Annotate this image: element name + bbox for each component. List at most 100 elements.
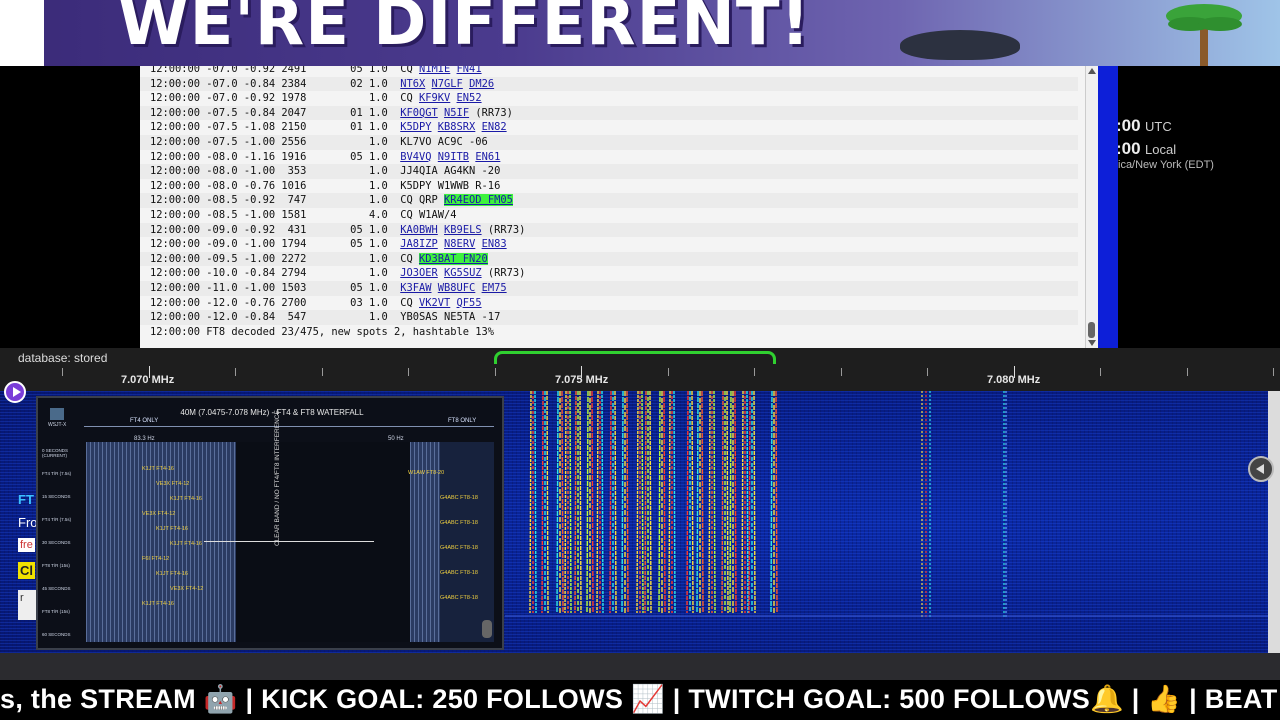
callsign-link[interactable]: BV4VQ <box>400 151 431 163</box>
callsign-link[interactable]: NT6X <box>400 78 425 90</box>
decode-text: 12:00:00 -07.0 -0.92 1978 1.0 CQ <box>150 92 419 105</box>
callsign-link[interactable]: N1MIE <box>419 66 450 75</box>
decode-line[interactable]: 12:00:00 -08.5 -1.00 1581 4.0 CQ W1AW/4 <box>150 208 525 223</box>
signal-trace <box>649 391 652 614</box>
new-spot-highlight[interactable]: KD3BAT FN20 <box>419 252 488 265</box>
time-mark-label: 0 SECONDS (CURRENT) <box>42 448 69 458</box>
log-scrollbar[interactable] <box>1085 66 1098 348</box>
scroll-up-arrow[interactable] <box>1088 68 1096 74</box>
signal-trace <box>658 391 661 614</box>
callsign-link[interactable]: WB8UFC <box>438 282 476 294</box>
signal-trace <box>746 391 749 614</box>
decode-line[interactable]: 12:00:00 -09.0 -1.00 1794 05 1.0 JA8IZP … <box>150 237 525 252</box>
callsign-link[interactable]: EM75 <box>482 282 507 294</box>
decode-line[interactable]: 12:00:00 -08.5 -0.92 747 1.0 CQ QRP KR4E… <box>150 193 525 208</box>
freq-tick <box>840 368 842 376</box>
frequency-scale[interactable]: database: stored 7.070 MHz 7.075 MHz 7.0… <box>0 348 1280 391</box>
decode-line[interactable]: 12:00:00 -07.5 -1.00 2556 1.0 KL7VO AC9C… <box>150 135 525 150</box>
passband-marker[interactable] <box>494 351 776 364</box>
time-mark-label: FT8 T/R (15s) <box>42 609 70 614</box>
time-mark-label: 30 SECONDS <box>42 540 71 545</box>
signal-trace <box>591 391 594 614</box>
local-clock: :00 Local <box>1116 139 1177 158</box>
callsign-link[interactable]: DM26 <box>469 78 494 90</box>
callsign-link[interactable]: N8ERV <box>444 238 475 250</box>
callsign-link[interactable]: K5DPY <box>400 121 431 133</box>
callsign-link[interactable]: JA8IZP <box>400 238 438 250</box>
ft4-signal-label: VE3X FT4-12 <box>170 586 204 592</box>
decode-line[interactable]: 12:00:00 -07.0 -0.84 2384 02 1.0 NT6X N7… <box>150 77 525 92</box>
callsign-link[interactable]: FN41 <box>457 66 482 75</box>
callsign-link[interactable]: KF9KV <box>419 92 450 104</box>
scroll-down-arrow[interactable] <box>1088 340 1096 346</box>
decode-line[interactable]: 12:00:00 -07.0 -0.92 1978 1.0 CQ KF9KV E… <box>150 91 525 106</box>
wsjtx-logo-text: WSJT-X <box>48 422 67 428</box>
signal-trace <box>686 391 689 614</box>
decode-line[interactable]: 12:00:00 -09.0 -0.92 431 05 1.0 KA0BWH K… <box>150 223 525 238</box>
signal-trace <box>609 391 612 614</box>
new-spot-highlight[interactable]: KR4EOD FM05 <box>444 194 513 207</box>
callsign-link[interactable]: N9ITB <box>438 151 469 163</box>
callsign-link[interactable]: KF0QGT <box>400 107 438 119</box>
callsign-link[interactable]: JO3OER <box>400 267 438 279</box>
decode-text: 12:00:00 -07.0 -0.84 2384 02 1.0 <box>150 77 401 90</box>
utc-clock: :00 UTC <box>1116 116 1172 135</box>
callsign-link[interactable]: QF55 <box>457 297 482 309</box>
freq-tick <box>408 368 409 376</box>
callsign-link[interactable]: KB9ELS <box>444 224 482 236</box>
blue-divider <box>1098 66 1118 348</box>
ft4-signal-label: K1JT FT4-16 <box>170 496 202 502</box>
callsign-link[interactable]: EN82 <box>482 121 507 133</box>
clear-band-arrow <box>204 541 374 542</box>
decode-lines: 12:00:00 -07.0 -0.92 2491 05 1.0 CQ N1MI… <box>150 66 525 339</box>
decode-line[interactable]: 12:00:00 -12.0 -0.84 547 1.0 YB0SAS NE5T… <box>150 310 525 325</box>
waterfall-scrollbar[interactable] <box>1268 391 1280 653</box>
callsign-link[interactable]: KB8SRX <box>438 121 476 133</box>
decode-line[interactable]: 12:00:00 -12.0 -0.76 2700 03 1.0 CQ VK2V… <box>150 296 525 311</box>
banner-left-panel <box>0 0 44 66</box>
signal-trace <box>644 391 647 614</box>
decode-line[interactable]: 12:00:00 -09.5 -1.00 2272 1.0 CQ KD3BAT … <box>150 252 525 267</box>
callsign-link[interactable]: N5IF <box>444 107 469 119</box>
callsign-link[interactable]: N7GLF <box>432 78 463 90</box>
signal-trace <box>775 391 778 614</box>
callsign-link[interactable]: VK2VT <box>419 297 450 309</box>
ft4-signal-label: K1JT FT4-16 <box>156 571 188 577</box>
callsign-link[interactable]: KA0BWH <box>400 224 438 236</box>
decode-text: 12:00:00 -12.0 -0.84 547 1.0 YB0SAS NE5T… <box>150 311 501 324</box>
decode-line[interactable]: 12:00:00 -08.0 -1.00 353 1.0 JJ4QIA AG4K… <box>150 164 525 179</box>
decode-text: 12:00:00 -07.5 -0.84 2047 01 1.0 <box>150 106 401 119</box>
freq-tick <box>1013 366 1015 378</box>
decode-line[interactable]: 12:00:00 -10.0 -0.84 2794 1.0 JO3OER KG5… <box>150 266 525 281</box>
decode-line[interactable]: 12:00:00 -11.0 -1.00 1503 05 1.0 K3FAW W… <box>150 281 525 296</box>
decode-text: 12:00:00 -07.5 -1.08 2150 01 1.0 <box>150 121 401 134</box>
decode-line[interactable]: 12:00:00 FT8 decoded 23/475, new spots 2… <box>150 325 525 340</box>
banner-title: WE'RE DIFFERENT! <box>118 0 811 60</box>
callsign-link[interactable]: KG5SUZ <box>444 267 482 279</box>
decode-text: 12:00:00 -10.0 -0.84 2794 1.0 <box>150 267 401 280</box>
chevron-left-icon[interactable] <box>1248 456 1274 482</box>
callsign-link[interactable]: K3FAW <box>400 282 431 294</box>
signal-trace <box>564 391 567 614</box>
stream-banner: WE'RE DIFFERENT! <box>0 0 1280 66</box>
decode-line[interactable]: 12:00:00 -07.5 -0.84 2047 01 1.0 KF0QGT … <box>150 106 525 121</box>
ft8-signal-label: G4ABC FT8-18 <box>440 495 478 501</box>
clock-panel: :00 UTC :00 Local ica/New York (EDT) <box>1100 66 1280 348</box>
scroll-thumb[interactable] <box>1088 322 1095 338</box>
play-icon[interactable] <box>4 381 26 403</box>
clear-band-label: CLEAR BAND / NO FT4/FT8 INTERFERENCE <box>274 410 281 546</box>
stream-ticker: s, the STREAM 🤖 | KICK GOAL: 250 FOLLOWS… <box>0 680 1280 720</box>
decode-line[interactable]: 12:00:00 -07.5 -1.08 2150 01 1.0 K5DPY K… <box>150 120 525 135</box>
callsign-link[interactable]: EN52 <box>457 92 482 104</box>
decode-line[interactable]: 12:00:00 -08.0 -0.76 1016 1.0 K5DPY W1WW… <box>150 179 525 194</box>
decode-line[interactable]: 12:00:00 -08.0 -1.16 1916 05 1.0 BV4VQ N… <box>150 150 525 165</box>
time-mark-label: FT8 T/R (15s) <box>42 563 70 568</box>
freq-tick <box>1186 368 1188 376</box>
callsign-link[interactable]: EN61 <box>475 151 500 163</box>
callsign-link[interactable]: EN83 <box>482 238 507 250</box>
ft8-bandwidth-label: 50 Hz <box>388 436 404 442</box>
decode-text: 12:00:00 -08.0 -1.00 353 1.0 JJ4QIA AG4K… <box>150 165 501 178</box>
decode-line[interactable]: 12:00:00 -07.0 -0.92 2491 05 1.0 CQ N1MI… <box>150 66 525 77</box>
decode-log[interactable]: 12:00:00 -07.0 -0.92 2491 05 1.0 CQ N1MI… <box>140 66 1098 348</box>
signal-trace <box>741 391 744 614</box>
